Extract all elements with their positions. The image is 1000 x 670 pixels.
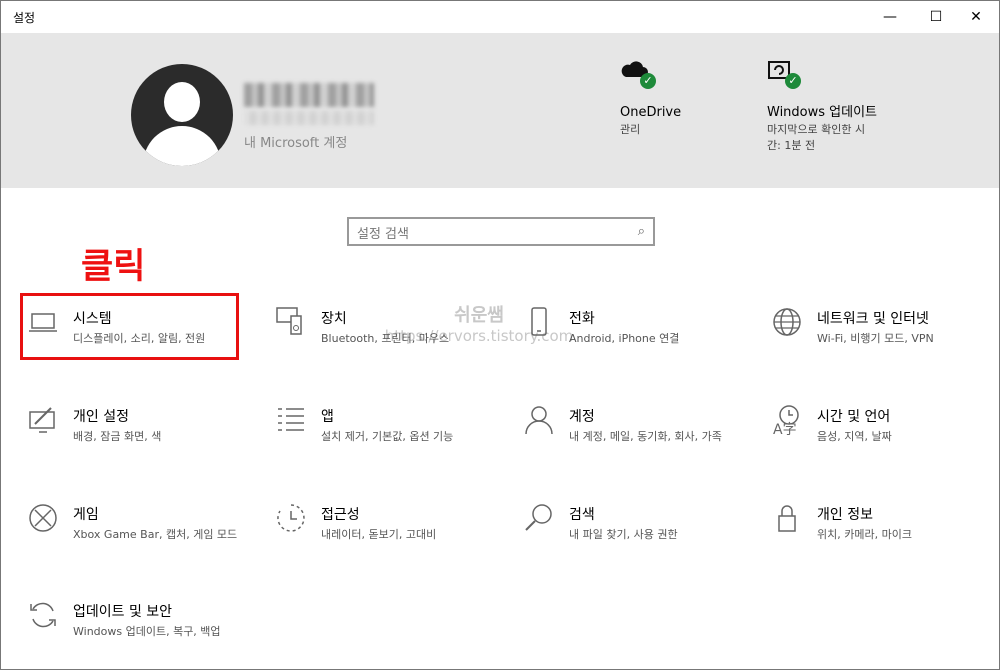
tile-search[interactable]: 검색 내 파일 찾기, 사용 권한 <box>523 502 743 572</box>
tile-accounts[interactable]: 계정 내 계정, 메일, 동기화, 회사, 가족 <box>523 404 743 474</box>
tile-description: 위치, 카메라, 마이크 <box>817 528 912 541</box>
search-icon: ⌕ <box>637 224 645 239</box>
avatar[interactable] <box>131 64 233 166</box>
close-icon: ✕ <box>970 9 982 25</box>
tile-description: 내 계정, 메일, 동기화, 회사, 가족 <box>569 430 722 443</box>
blurred-user-name <box>244 83 374 107</box>
close-button[interactable]: ✕ <box>953 1 999 33</box>
tile-devices[interactable]: 장치 Bluetooth, 프린터, 마우스 <box>275 306 495 376</box>
avatar-body-shape <box>143 126 221 166</box>
minimize-icon: — <box>883 9 897 25</box>
blurred-user-email <box>244 111 374 125</box>
tile-gaming[interactable]: 게임 Xbox Game Bar, 캡처, 게임 모드 <box>27 502 247 572</box>
tile-phone[interactable]: 전화 Android, iPhone 연결 <box>523 306 743 376</box>
keyboard-device-icon <box>276 307 302 335</box>
tile-name: 장치 <box>321 311 347 327</box>
laptop-icon <box>29 313 57 332</box>
search-placeholder: 설정 검색 <box>357 227 409 242</box>
windows-update-title: Windows 업데이트 <box>767 105 878 120</box>
tile-description: Xbox Game Bar, 캡처, 게임 모드 <box>73 528 238 541</box>
onedrive-subtitle: 관리 <box>620 123 641 136</box>
avatar-head-shape <box>164 82 200 122</box>
tile-name: 개인 정보 <box>817 507 873 523</box>
tile-description: Bluetooth, 프린터, 마우스 <box>321 332 450 345</box>
tile-name: 시간 및 언어 <box>817 409 891 425</box>
tile-personalization[interactable]: 개인 설정 배경, 잠금 화면, 색 <box>27 404 247 474</box>
tile-privacy[interactable]: 개인 정보 위치, 카메라, 마이크 <box>771 502 991 572</box>
tile-time-language[interactable]: A字 시간 및 언어 음성, 지역, 날짜 <box>771 404 991 474</box>
tile-description: Windows 업데이트, 복구, 백업 <box>73 625 221 638</box>
person-icon <box>525 406 553 435</box>
tile-description: 음성, 지역, 날짜 <box>817 430 892 443</box>
tile-description: Wi-Fi, 비행기 모드, VPN <box>817 332 934 345</box>
onedrive-title: OneDrive <box>620 105 682 120</box>
tile-description: 디스플레이, 소리, 알림, 전원 <box>73 332 206 345</box>
title-bar: 설정 — ☐ ✕ <box>1 1 999 33</box>
tile-name: 앱 <box>321 409 334 425</box>
tile-name: 업데이트 및 보안 <box>73 604 173 620</box>
status-check-icon: ✓ <box>640 73 656 89</box>
tile-description: 배경, 잠금 화면, 색 <box>73 430 162 443</box>
maximize-icon: ☐ <box>929 9 943 25</box>
svg-text:A字: A字 <box>773 422 797 436</box>
minimize-button[interactable]: — <box>867 1 913 33</box>
lock-icon <box>778 505 796 532</box>
tile-network[interactable]: 네트워크 및 인터넷 Wi-Fi, 비행기 모드, VPN <box>771 306 991 376</box>
tile-name: 계정 <box>569 409 595 425</box>
tile-name: 게임 <box>73 507 99 523</box>
search-icon <box>525 504 552 531</box>
tile-name: 검색 <box>569 507 595 523</box>
account-header: 내 Microsoft 계정 ✓ OneDrive 관리 ✓ Windows 업… <box>1 33 999 188</box>
tile-name: 접근성 <box>321 507 360 523</box>
paint-brush-icon <box>29 407 55 433</box>
globe-icon <box>773 308 801 336</box>
tile-accessibility[interactable]: 접근성 내레이터, 돋보기, 고대비 <box>275 502 495 572</box>
xbox-icon <box>29 504 57 532</box>
tile-system[interactable]: 시스템 디스플레이, 소리, 알림, 전원 <box>27 306 247 376</box>
microsoft-account-link[interactable]: 내 Microsoft 계정 <box>244 132 347 151</box>
tile-description: 내 파일 찾기, 사용 권한 <box>569 528 678 541</box>
ease-of-access-icon <box>277 504 305 532</box>
tile-description: 내레이터, 돋보기, 고대비 <box>321 528 437 541</box>
tile-update-security[interactable]: 업데이트 및 보안 Windows 업데이트, 복구, 백업 <box>27 599 247 669</box>
tile-apps[interactable]: 앱 설치 제거, 기본값, 옵션 기능 <box>275 404 495 474</box>
windows-update-subtitle: 마지막으로 확인한 시간: 1분 전 <box>767 123 866 152</box>
tile-name: 시스템 <box>73 311 112 327</box>
tile-description: 설치 제거, 기본값, 옵션 기능 <box>321 430 454 443</box>
apps-list-icon <box>278 408 304 431</box>
settings-window: 설정 — ☐ ✕ 내 Microsoft 계정 ✓ OneDrive 관리 ✓ … <box>0 0 1000 670</box>
tile-name: 개인 설정 <box>73 409 129 425</box>
click-annotation-label: 클릭 <box>81 247 146 287</box>
window-title: 설정 <box>13 11 36 25</box>
time-language-icon: A字 <box>773 405 799 436</box>
tile-name: 전화 <box>569 311 595 327</box>
settings-search-input[interactable]: 설정 검색 ⌕ <box>347 217 655 246</box>
tile-name: 네트워크 및 인터넷 <box>817 311 929 327</box>
tile-description: Android, iPhone 연결 <box>569 332 680 345</box>
phone-icon <box>531 307 547 336</box>
status-check-icon: ✓ <box>785 73 801 89</box>
sync-icon <box>30 602 56 628</box>
